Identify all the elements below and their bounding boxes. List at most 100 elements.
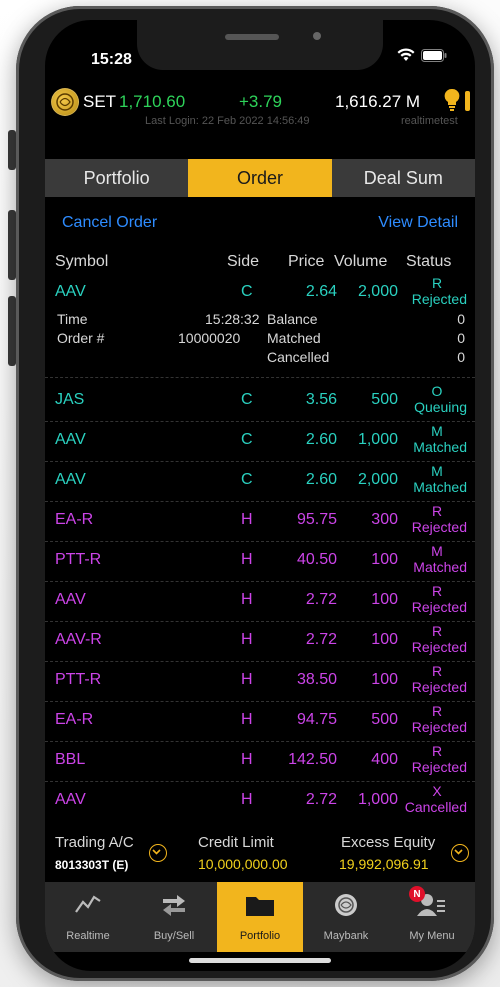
order-symbol: JAS	[55, 391, 85, 408]
order-symbol: EA-R	[55, 511, 94, 528]
market-change: +3.79	[239, 92, 283, 111]
credit-limit-label: Credit Limit	[198, 834, 274, 851]
order-side: H	[241, 631, 253, 648]
excess-equity-dropdown-icon[interactable]	[451, 844, 469, 862]
col-status: Status	[406, 253, 452, 270]
order-status: Rejected	[411, 519, 467, 535]
nav-buy-sell-label: Buy/Sell	[153, 930, 195, 942]
order-volume: 1,000	[357, 431, 398, 448]
order-list[interactable]: AAV C 2.64 2,000 R Rejected Time 15:28:3…	[45, 275, 475, 815]
order-side: C	[241, 471, 253, 488]
order-status: Matched	[413, 559, 467, 575]
order-row[interactable]: EA-R H 94.75 500 R Rejected	[45, 703, 475, 742]
order-price: 2.64	[305, 283, 337, 300]
order-side: C	[241, 431, 253, 448]
order-row[interactable]: AAV C 2.60 2,000 M Matched	[45, 463, 475, 502]
market-index: 1,710.60	[119, 92, 186, 111]
order-row[interactable]: BBL H 142.50 400 R Rejected	[45, 743, 475, 782]
trading-account-value: 8013303T (E)	[55, 858, 129, 872]
order-price: 40.50	[296, 551, 337, 568]
order-row[interactable]: JAS C 3.56 500 O Queuing	[45, 383, 475, 422]
tab-portfolio[interactable]: Portfolio	[45, 159, 189, 197]
order-row[interactable]: PTT-R H 38.50 100 R Rejected	[45, 663, 475, 702]
order-row[interactable]: AAV C 2.60 1,000 M Matched	[45, 423, 475, 462]
nav-buy-sell[interactable]: Buy/Sell	[131, 882, 217, 952]
view-detail-link[interactable]: View Detail	[378, 214, 458, 232]
bulb-icon[interactable]	[443, 88, 461, 117]
swap-arrows-icon	[159, 892, 189, 921]
order-status-code: M	[431, 423, 443, 439]
maybank-logo-icon	[333, 892, 359, 921]
order-status: Rejected	[411, 759, 467, 775]
nav-portfolio-label: Portfolio	[239, 930, 281, 942]
order-volume: 2,000	[357, 283, 398, 300]
order-status-code: M	[431, 543, 443, 559]
order-row[interactable]: PTT-R H 40.50 100 M Matched	[45, 543, 475, 582]
order-symbol: PTT-R	[55, 671, 102, 688]
speaker	[225, 34, 279, 40]
order-status-code: R	[431, 743, 443, 759]
detail-balance-label: Balance	[267, 311, 318, 327]
order-row[interactable]: AAV C 2.64 2,000 R Rejected	[45, 275, 475, 313]
market-ticker: SET 1,710.60 +3.79 1,616.27 M Last Login…	[45, 88, 475, 148]
order-symbol: AAV	[55, 591, 86, 608]
order-volume: 1,000	[357, 791, 398, 808]
order-symbol: AAV	[55, 471, 86, 488]
nav-maybank[interactable]: Maybank	[303, 882, 389, 952]
order-status: Rejected	[411, 291, 467, 307]
order-detail-panel: Time 15:28:32 Balance 0 Order # 10000020…	[45, 311, 475, 373]
order-side: H	[241, 511, 253, 528]
order-status-code: R	[431, 583, 443, 599]
portfolio-tabs: Portfolio Order Deal Sum	[45, 159, 475, 197]
trading-account-dropdown-icon[interactable]	[149, 844, 167, 862]
order-status-code: R	[431, 663, 443, 679]
connection-bar-icon	[465, 91, 470, 111]
order-volume: 100	[371, 551, 398, 568]
order-status: Matched	[413, 439, 467, 455]
order-status-code: R	[431, 623, 443, 639]
order-price: 142.50	[288, 751, 337, 768]
order-row[interactable]: AAV H 2.72 100 R Rejected	[45, 583, 475, 622]
order-row[interactable]: EA-R H 95.75 300 R Rejected	[45, 503, 475, 542]
order-side: H	[241, 671, 253, 688]
status-icons	[397, 48, 447, 62]
excess-equity-value: 19,992,096.91	[339, 856, 429, 872]
camera	[313, 32, 321, 40]
order-volume: 500	[371, 391, 398, 408]
nav-my-menu[interactable]: N My Menu	[389, 882, 475, 952]
tab-deal-sum[interactable]: Deal Sum	[331, 159, 475, 197]
order-status-code: R	[431, 503, 443, 519]
order-row[interactable]: AAV-R H 2.72 100 R Rejected	[45, 623, 475, 662]
order-symbol: EA-R	[55, 711, 94, 728]
credit-limit-value: 10,000,000.00	[198, 856, 288, 872]
market-name: SET	[83, 92, 117, 111]
user-menu-icon: N	[409, 886, 447, 921]
wifi-icon	[397, 48, 415, 62]
order-status-code: X	[432, 783, 442, 799]
order-status: Rejected	[411, 679, 467, 695]
detail-divider	[45, 377, 475, 378]
cancel-order-link[interactable]: Cancel Order	[62, 214, 157, 232]
bottom-nav: Realtime Buy/Sell Portfolio Maybank N My…	[45, 882, 475, 952]
order-side: H	[241, 551, 253, 568]
detail-matched-value: 0	[457, 330, 465, 346]
app-screen: 15:28 SET 1,710.60 +3.79 1,616.27 M Last…	[45, 20, 475, 971]
order-status: Cancelled	[404, 799, 467, 815]
detail-time-value: 15:28:32	[205, 311, 260, 327]
detail-cancelled-label: Cancelled	[267, 349, 330, 365]
notification-badge: N	[409, 886, 425, 902]
nav-realtime[interactable]: Realtime	[45, 882, 131, 952]
order-price: 94.75	[296, 711, 337, 728]
nav-portfolio[interactable]: Portfolio	[217, 882, 303, 952]
order-status-code: O	[431, 383, 443, 399]
order-status: Matched	[413, 479, 467, 495]
order-side: H	[241, 791, 253, 808]
tab-order[interactable]: Order	[188, 159, 332, 197]
order-price: 2.72	[305, 791, 337, 808]
notch	[137, 20, 383, 70]
order-row[interactable]: AAV H 2.72 1,000 X Cancelled	[45, 783, 475, 815]
order-side: C	[241, 283, 253, 300]
col-side: Side	[227, 253, 260, 270]
order-status-code: R	[431, 703, 443, 719]
order-symbol: AAV-R	[55, 631, 102, 648]
